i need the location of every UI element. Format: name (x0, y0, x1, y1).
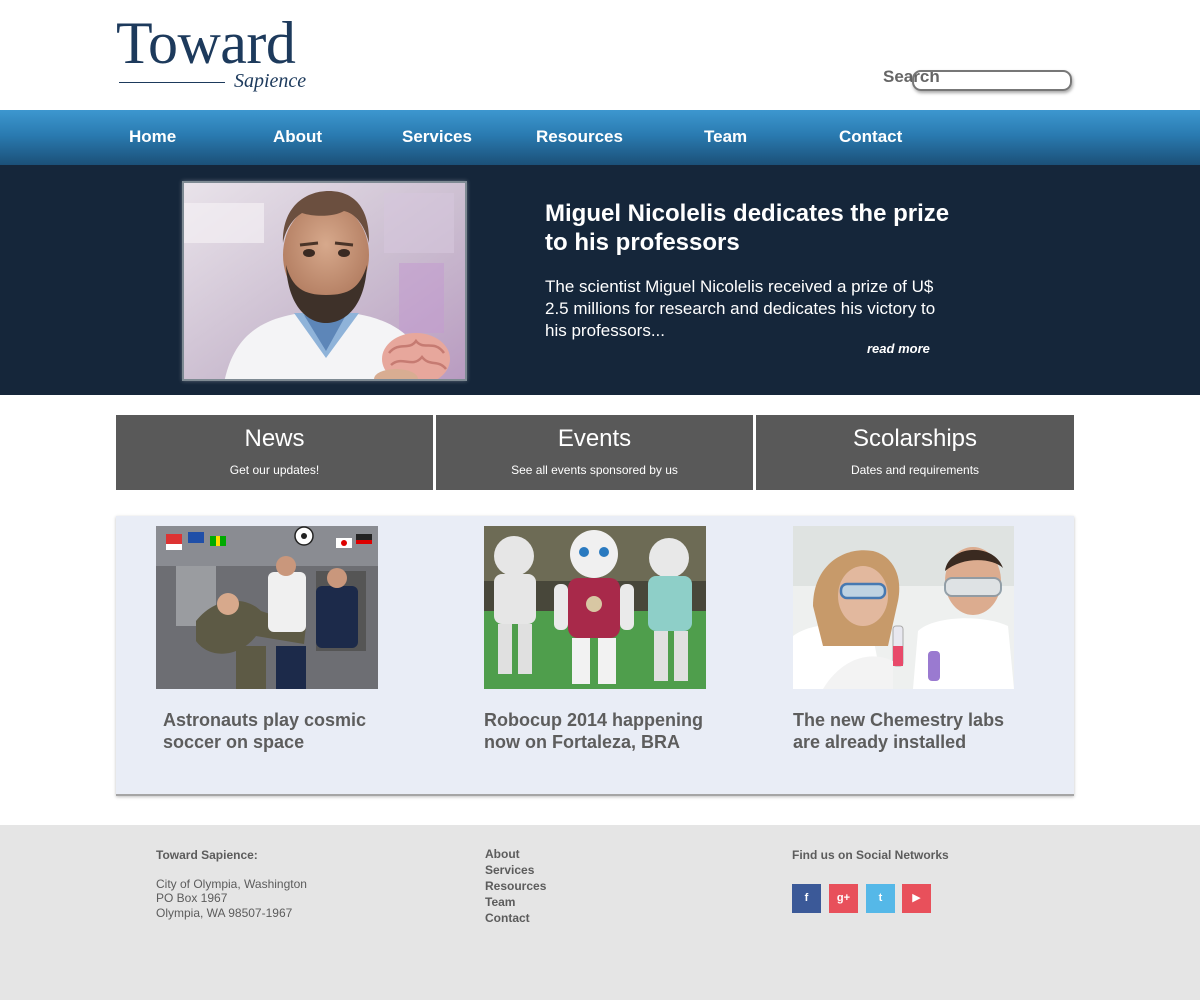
footer-link-about[interactable]: About (485, 846, 520, 862)
youtube-icon[interactable]: ▶ (902, 884, 931, 913)
feature-scolarships-title: Scolarships (852, 425, 978, 452)
scientist-illustration (184, 183, 465, 379)
feature-news[interactable]: News Get our updates! (116, 415, 433, 490)
feature-scolarships-subtitle: Dates and requirements (850, 463, 980, 477)
astronauts-illustration (156, 526, 378, 689)
read-more-link[interactable]: read more (867, 341, 930, 356)
footer-org-heading: Toward Sapience: (156, 848, 258, 862)
footer-link-services[interactable]: Services (485, 862, 534, 878)
footer-link-contact[interactable]: Contact (485, 910, 530, 926)
main-nav: Home About Services Resources Team Conta… (0, 110, 1200, 165)
footer-social-heading: Find us on Social Networks (792, 848, 949, 862)
article-title-chemistry[interactable]: The new Chemestry labs are already insta… (793, 709, 1023, 753)
footer-address-line: PO Box 1967 (156, 891, 228, 905)
feature-events-subtitle: See all events sponsored by us (511, 463, 678, 477)
chemists-illustration (793, 526, 1014, 689)
article-image-robocup[interactable] (484, 526, 706, 689)
facebook-icon[interactable]: f (792, 884, 821, 913)
site-footer: Toward Sapience: City of Olympia, Washin… (0, 825, 1200, 1000)
footer-link-resources[interactable]: Resources (485, 878, 546, 894)
hero-photo-scientist[interactable] (182, 181, 467, 381)
site-header: Toward Sapience Search (0, 0, 1200, 110)
nav-item-services[interactable]: Services (402, 110, 472, 165)
feature-events[interactable]: Events See all events sponsored by us (436, 415, 753, 490)
feature-events-title: Events (557, 425, 632, 452)
logo-tagline: Sapience (234, 70, 307, 92)
nav-item-contact[interactable]: Contact (839, 110, 902, 165)
articles-panel: Astronauts play cosmic soccer on space R… (116, 516, 1074, 796)
hero-summary: The scientist Miguel Nicolelis received … (545, 277, 936, 340)
footer-link-team[interactable]: Team (485, 894, 515, 910)
nav-item-about[interactable]: About (273, 110, 322, 165)
nav-item-team[interactable]: Team (704, 110, 747, 165)
article-title-robocup[interactable]: Robocup 2014 happening now on Fortaleza,… (484, 709, 714, 753)
nav-item-home[interactable]: Home (129, 110, 176, 165)
hero-banner: Miguel Nicolelis dedicates the prize to … (0, 165, 1200, 395)
hero-title: Miguel Nicolelis dedicates the prize to … (545, 200, 950, 256)
feature-news-title: News (244, 425, 305, 452)
article-title-astronauts[interactable]: Astronauts play cosmic soccer on space (163, 709, 393, 753)
article-image-astronauts[interactable] (156, 526, 378, 689)
page: Toward Sapience Search Home About Servic… (0, 0, 1200, 1000)
footer-address-line: Olympia, WA 98507-1967 (156, 906, 293, 920)
twitter-icon[interactable]: t (866, 884, 895, 913)
site-logo[interactable]: Toward Sapience (116, 12, 316, 98)
logo-wordmark: Toward (116, 10, 296, 76)
nav-item-resources[interactable]: Resources (536, 110, 623, 165)
google-plus-icon[interactable]: g+ (829, 884, 858, 913)
logo-rule (119, 82, 225, 83)
robots-illustration (484, 526, 706, 689)
feature-scolarships[interactable]: Scolarships Dates and requirements (756, 415, 1074, 490)
footer-address-line: City of Olympia, Washington (156, 877, 307, 891)
feature-news-subtitle: Get our updates! (229, 463, 320, 477)
search-input[interactable] (912, 70, 1072, 91)
article-image-chemistry[interactable] (793, 526, 1014, 689)
